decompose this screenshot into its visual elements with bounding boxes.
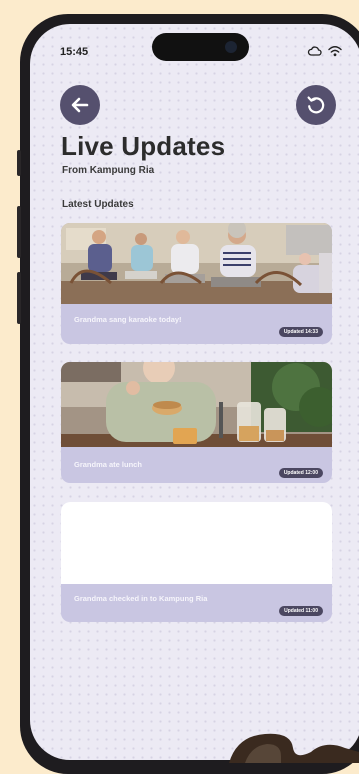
side-button: [17, 206, 21, 258]
side-button: [17, 272, 21, 324]
decorative-swirl: [229, 733, 359, 763]
cloud-icon: [307, 46, 322, 56]
page-subtitle: From Kampung Ria: [62, 165, 155, 176]
update-time-badge: Updated 11:00: [279, 606, 323, 616]
update-photo-placeholder: [61, 502, 332, 584]
update-time-badge: Updated 12:00: [278, 468, 323, 478]
wifi-icon: [328, 46, 342, 57]
update-caption: Grandma checked in to Kampung Ria: [74, 594, 208, 603]
update-card[interactable]: Grandma checked in to Kampung Ria Update…: [61, 502, 332, 622]
dynamic-island: [152, 33, 249, 61]
section-label: Latest Updates: [62, 199, 134, 210]
update-photo: [61, 223, 332, 304]
update-caption: Grandma ate lunch: [74, 460, 142, 469]
update-card[interactable]: Grandma ate lunch Updated 12:00: [61, 362, 332, 483]
refresh-icon: [307, 96, 325, 114]
status-icons: [307, 45, 342, 57]
back-button[interactable]: [60, 85, 100, 125]
camera-lens: [225, 41, 237, 53]
page-title: Live Updates: [61, 131, 226, 161]
status-time: 15:45: [60, 46, 89, 58]
update-time-badge: Updated 14:33: [278, 327, 323, 337]
update-caption: Grandma sang karaoke today!: [74, 315, 182, 324]
arrow-left-icon: [71, 97, 89, 113]
phone-screen: 15:45 Live Updates From Kampung Ria Late…: [30, 24, 359, 760]
update-photo: [61, 362, 332, 447]
refresh-button[interactable]: [296, 85, 336, 125]
side-button: [17, 150, 21, 176]
update-card[interactable]: Grandma sang karaoke today! Updated 14:3…: [61, 223, 332, 344]
